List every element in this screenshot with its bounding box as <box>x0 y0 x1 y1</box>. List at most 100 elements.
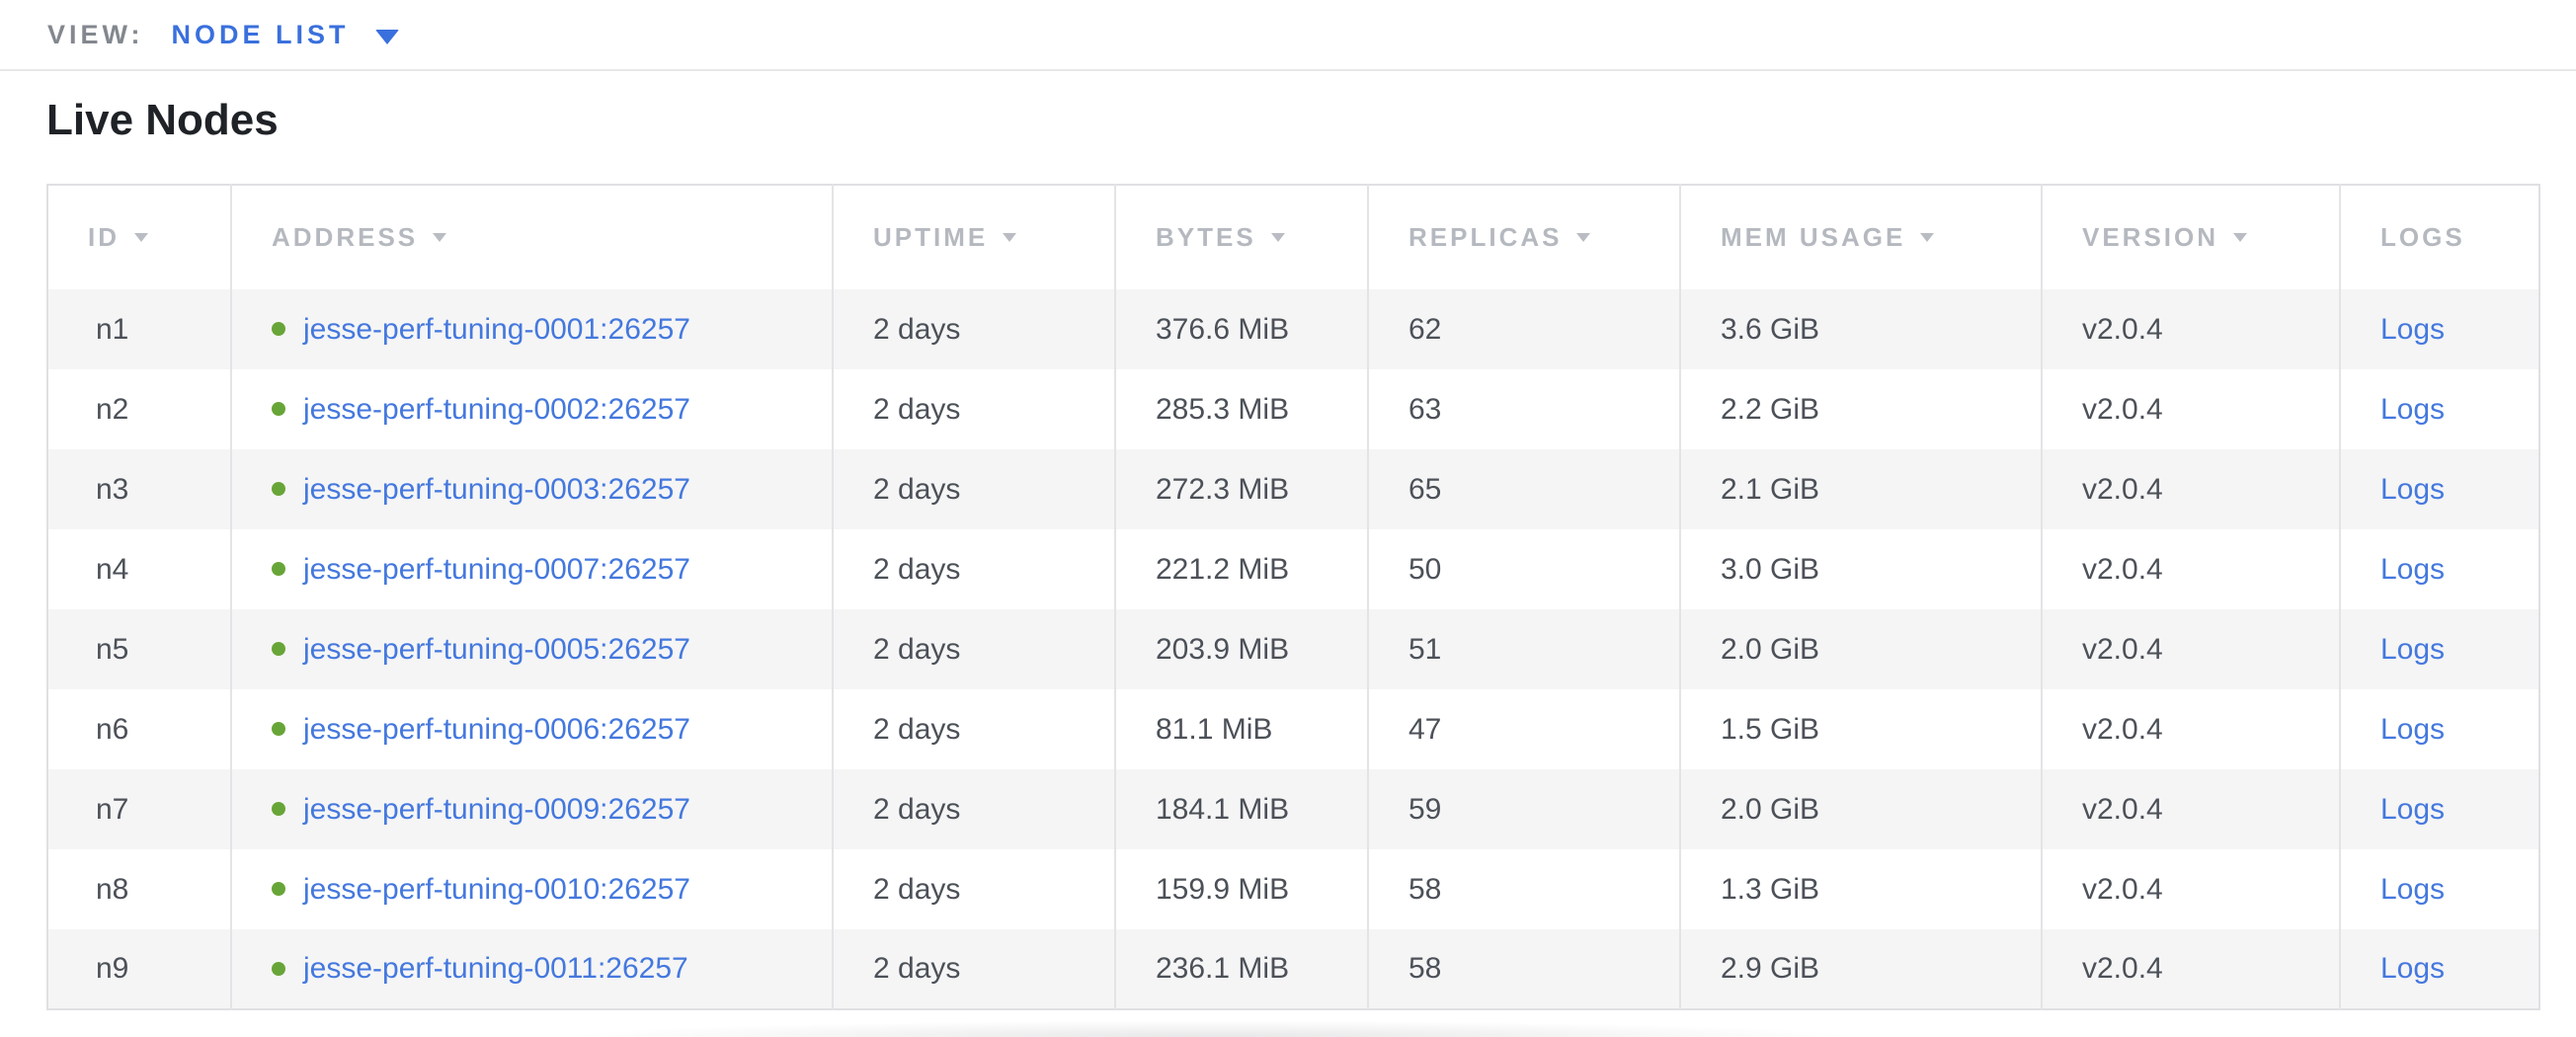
live-status-dot <box>272 642 285 656</box>
view-selector-bar: VIEW: NODE LIST <box>0 0 2576 71</box>
live-status-dot <box>272 562 285 576</box>
logs-link[interactable]: Logs <box>2380 793 2445 826</box>
logs-link[interactable]: Logs <box>2380 313 2445 346</box>
cell-address: jesse-perf-tuning-0002:26257 <box>231 369 833 449</box>
column-header-uptime[interactable]: UPTIME <box>833 185 1115 289</box>
table-row: n4 jesse-perf-tuning-0007:26257 2 days221.… <box>47 529 2539 609</box>
cell-logs: Logs <box>2340 689 2539 769</box>
cell-mem-usage: 2.0 GiB <box>1680 769 2042 849</box>
column-header-label: BYTES <box>1156 222 1256 252</box>
cell-uptime: 2 days <box>833 529 1115 609</box>
column-header-mem-usage[interactable]: MEM USAGE <box>1680 185 2042 289</box>
node-address-link[interactable]: jesse-perf-tuning-0005:26257 <box>303 633 690 666</box>
cell-logs: Logs <box>2340 369 2539 449</box>
cell-mem-usage: 2.1 GiB <box>1680 449 2042 529</box>
cell-version: v2.0.4 <box>2042 369 2340 449</box>
cell-address: jesse-perf-tuning-0005:26257 <box>231 609 833 689</box>
live-status-dot <box>272 802 285 816</box>
cell-logs: Logs <box>2340 929 2539 1009</box>
view-selector-dropdown[interactable]: NODE LIST <box>172 20 399 50</box>
cell-uptime: 2 days <box>833 369 1115 449</box>
column-header-logs: LOGS <box>2340 185 2539 289</box>
cell-bytes: 184.1 MiB <box>1115 769 1368 849</box>
live-status-dot <box>272 722 285 736</box>
view-selected-value: NODE LIST <box>172 20 350 50</box>
cell-logs: Logs <box>2340 529 2539 609</box>
node-address-link[interactable]: jesse-perf-tuning-0006:26257 <box>303 713 690 746</box>
table-row: n6jesse-perf-tuning-0006:262572 days81.1… <box>47 689 2539 769</box>
logs-link[interactable]: Logs <box>2380 553 2445 586</box>
cell-uptime: 2 days <box>833 769 1115 849</box>
cell-address: jesse-perf-tuning-0007:26257 <box>231 529 833 609</box>
logs-link[interactable]: Logs <box>2380 873 2445 906</box>
cell-address: jesse-perf-tuning-0011:26257 <box>231 929 833 1009</box>
column-header-address[interactable]: ADDRESS <box>231 185 833 289</box>
cell-mem-usage: 3.0 GiB <box>1680 529 2042 609</box>
logs-link[interactable]: Logs <box>2380 952 2445 985</box>
cell-mem-usage: 3.6 GiB <box>1680 289 2042 369</box>
logs-link[interactable]: Logs <box>2380 633 2445 666</box>
main-content: Live Nodes ID ADDRESS UPTIME BYTES REPLICAS M… <box>0 95 2576 1010</box>
column-header-label: REPLICAS <box>1409 222 1562 252</box>
cell-replicas: 50 <box>1368 529 1680 609</box>
cell-node-id: n6 <box>47 689 231 769</box>
table-row: n1jesse-perf-tuning-0001:262572 days376.… <box>47 289 2539 369</box>
cell-node-id: n1 <box>47 289 231 369</box>
cell-node-id: n9 <box>47 929 231 1009</box>
sort-caret-icon <box>134 233 148 242</box>
cell-logs: Logs <box>2340 609 2539 689</box>
cell-mem-usage: 1.5 GiB <box>1680 689 2042 769</box>
cell-version: v2.0.4 <box>2042 289 2340 369</box>
view-label: VIEW: <box>47 20 144 50</box>
cell-node-id: n4 <box>47 529 231 609</box>
table-row: n8jesse-perf-tuning-0010:262572 days159.… <box>47 849 2539 929</box>
node-address-link[interactable]: jesse-perf-tuning-0001:26257 <box>303 313 690 346</box>
table-row: n5jesse-perf-tuning-0005:262572 days203.… <box>47 609 2539 689</box>
cell-address: jesse-perf-tuning-0006:26257 <box>231 689 833 769</box>
cell-bytes: 81.1 MiB <box>1115 689 1368 769</box>
live-status-dot <box>272 402 285 416</box>
table-row: n7 jesse-perf-tuning-0009:26257 2 days184.… <box>47 769 2539 849</box>
cell-version: v2.0.4 <box>2042 529 2340 609</box>
cell-node-id: n7 <box>47 769 231 849</box>
live-status-dot <box>272 882 285 896</box>
cell-bytes: 221.2 MiB <box>1115 529 1368 609</box>
logs-link[interactable]: Logs <box>2380 473 2445 506</box>
node-address-link[interactable]: jesse-perf-tuning-0009:26257 <box>303 793 690 826</box>
column-header-version[interactable]: VERSION <box>2042 185 2340 289</box>
cell-version: v2.0.4 <box>2042 849 2340 929</box>
cell-address: jesse-perf-tuning-0001:26257 <box>231 289 833 369</box>
column-header-label: ADDRESS <box>272 222 418 252</box>
cell-replicas: 47 <box>1368 689 1680 769</box>
cell-logs: Logs <box>2340 449 2539 529</box>
cell-mem-usage: 1.3 GiB <box>1680 849 2042 929</box>
node-address-link[interactable]: jesse-perf-tuning-0010:26257 <box>303 873 690 906</box>
logs-link[interactable]: Logs <box>2380 393 2445 426</box>
column-header-id[interactable]: ID <box>47 185 231 289</box>
cell-node-id: n2 <box>47 369 231 449</box>
cell-uptime: 2 days <box>833 849 1115 929</box>
column-header-label: LOGS <box>2380 222 2465 252</box>
chevron-down-icon <box>375 30 399 44</box>
column-header-label: UPTIME <box>873 222 988 252</box>
table-row: n2jesse-perf-tuning-0002:262572 days285.… <box>47 369 2539 449</box>
logs-link[interactable]: Logs <box>2380 713 2445 746</box>
cell-mem-usage: 2.9 GiB <box>1680 929 2042 1009</box>
cell-bytes: 236.1 MiB <box>1115 929 1368 1009</box>
cell-version: v2.0.4 <box>2042 929 2340 1009</box>
cell-logs: Logs <box>2340 849 2539 929</box>
column-header-label: ID <box>88 222 120 252</box>
cell-version: v2.0.4 <box>2042 689 2340 769</box>
column-header-replicas[interactable]: REPLICAS <box>1368 185 1680 289</box>
cell-replicas: 58 <box>1368 849 1680 929</box>
cell-node-id: n5 <box>47 609 231 689</box>
cell-version: v2.0.4 <box>2042 609 2340 689</box>
node-address-link[interactable]: jesse-perf-tuning-0011:26257 <box>303 952 688 985</box>
node-address-link[interactable]: jesse-perf-tuning-0003:26257 <box>303 473 690 506</box>
node-address-link[interactable]: jesse-perf-tuning-0002:26257 <box>303 393 690 426</box>
cell-version: v2.0.4 <box>2042 449 2340 529</box>
cell-node-id: n8 <box>47 849 231 929</box>
column-header-bytes[interactable]: BYTES <box>1115 185 1368 289</box>
page-title: Live Nodes <box>46 95 2538 146</box>
node-address-link[interactable]: jesse-perf-tuning-0007:26257 <box>303 553 690 586</box>
